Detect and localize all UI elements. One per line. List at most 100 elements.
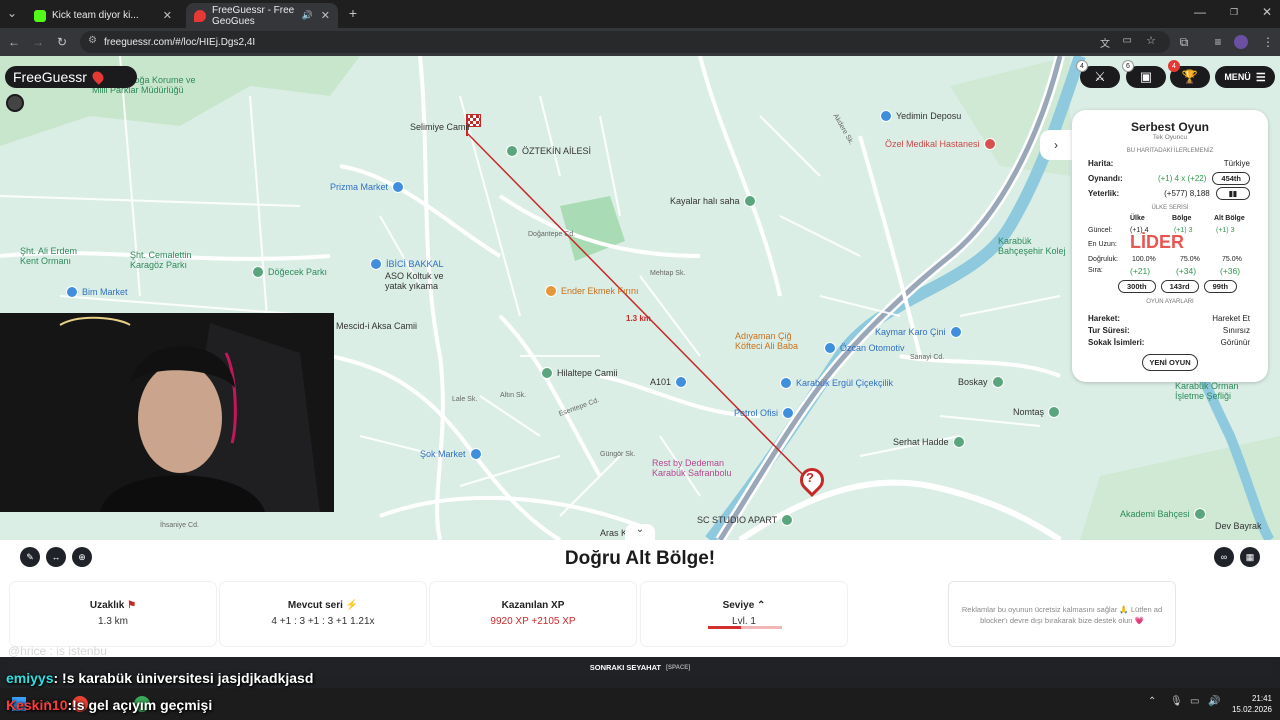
shopping-icon	[949, 326, 962, 338]
trophy-button[interactable]: 🏆 4	[1168, 60, 1210, 88]
collapse-chevron-icon[interactable]: ⌄	[625, 524, 655, 540]
poi[interactable]: Şht. Cemalettin Karagöz Parkı	[130, 250, 200, 270]
rank-subregion-pill[interactable]: 99th	[1203, 280, 1238, 293]
clock[interactable]: 21:41 15.02.2026	[1228, 693, 1272, 715]
poi[interactable]: Bim Market	[66, 286, 128, 298]
profile-avatar[interactable]	[1234, 35, 1248, 49]
street-label: Güngör Sk.	[600, 451, 636, 458]
translate-icon[interactable]: 文	[1100, 35, 1110, 50]
volume-icon[interactable]: 🔊	[1208, 696, 1220, 707]
tab-search-icon[interactable]: ⌄	[4, 5, 20, 21]
close-window-icon[interactable]: ✕	[1259, 4, 1275, 20]
poi[interactable]: Petrol Ofisi	[734, 407, 795, 419]
cast-icon[interactable]: ▭	[1123, 35, 1132, 46]
poi[interactable]: Dev Bayrak	[1215, 521, 1262, 531]
browser-menu-icon[interactable]: ⋮	[1260, 34, 1276, 50]
new-game-button[interactable]: YENİ OYUN	[1142, 354, 1198, 371]
bookmark-star-icon[interactable]: ☆	[1146, 34, 1156, 47]
trophy-badge: 4	[1168, 60, 1180, 72]
poi[interactable]: Özel Medikal Hastanesi	[885, 138, 996, 150]
poi[interactable]: Serhat Hadde	[893, 436, 965, 448]
site-info-icon[interactable]: ⚙	[88, 35, 97, 46]
poi[interactable]: Karabük Orman İşletme Şefliği	[1175, 381, 1265, 401]
poi[interactable]: ASO Koltuk ve yatak yıkama	[385, 271, 445, 291]
map-value: Türkiye	[1223, 159, 1250, 168]
rank-delta-country: (+21)	[1130, 265, 1151, 276]
poi[interactable]: Ender Ekmek Fırını	[545, 285, 639, 297]
restore-icon[interactable]: ❐	[1226, 4, 1242, 20]
browser-toolbar: ← → ↻ ⚙ freeguessr.com/#/loc/HIEj.Dgs2,4…	[0, 28, 1280, 56]
player-avatar[interactable]	[6, 94, 24, 112]
poi[interactable]: SC STUDIO APART	[697, 514, 794, 526]
poi[interactable]: Kayalar halı saha	[670, 195, 756, 207]
poi[interactable]: Nomtaş	[1013, 406, 1061, 418]
level-progress-fill	[708, 626, 742, 629]
microphone-icon[interactable]: 🎙	[1170, 696, 1183, 707]
network-icon[interactable]: ▭	[1190, 696, 1199, 707]
garage-button[interactable]: ▣ 6	[1122, 60, 1166, 88]
reading-list-icon[interactable]: ≡	[1210, 34, 1226, 50]
close-tab-icon[interactable]: ✕	[321, 9, 330, 22]
shopping-icon	[469, 448, 482, 460]
reload-icon[interactable]: ↻	[54, 34, 70, 50]
poi[interactable]: Şok Market	[420, 448, 482, 460]
poi[interactable]: Boskay	[958, 376, 1004, 388]
share-icon[interactable]: ⊕	[72, 547, 92, 567]
close-tab-icon[interactable]: ✕	[163, 9, 172, 22]
tab-freeguessr[interactable]: FreeGuessr - Free GeoGues 🔊 ✕	[186, 3, 338, 28]
played-rank-pill[interactable]: 454th	[1212, 172, 1250, 185]
map-label: Harita:	[1088, 159, 1114, 168]
new-tab-button[interactable]: +	[345, 5, 361, 21]
poi[interactable]: Adıyaman Çiğ Köfteci Ali Baba	[735, 331, 805, 351]
poi[interactable]: Karabük Bahçeşehir Kolej	[998, 236, 1078, 256]
time-label: Tur Süresi:	[1088, 326, 1130, 335]
poi[interactable]: Rest by Dedeman Karabük Safranbolu	[652, 458, 752, 478]
measure-icon[interactable]: ↔	[46, 547, 66, 567]
tab-kick[interactable]: Kick team diyor ki... ✕	[26, 3, 180, 28]
edit-icon[interactable]: ✎	[20, 547, 40, 567]
sports-icon	[743, 195, 756, 207]
poi[interactable]: Özcan Otomotiv	[824, 342, 905, 354]
extensions-icon[interactable]: ⧉	[1176, 34, 1192, 50]
menu-button[interactable]: MENÜ ☰	[1215, 66, 1275, 88]
audio-icon[interactable]: 🔊	[302, 10, 313, 21]
link-icon[interactable]: ∞	[1214, 547, 1234, 567]
poi[interactable]: Prizma Market	[330, 181, 405, 193]
grid-icon[interactable]: ▦	[1240, 547, 1260, 567]
result-headline: Doğru Alt Bölge!	[564, 548, 716, 569]
poi[interactable]: İBİCİ BAKKAL	[370, 258, 444, 270]
xp-value: 9920 XP +2105 XP	[490, 616, 576, 627]
poi[interactable]: Akademi Bahçesi	[1120, 508, 1206, 520]
chat-message: Keskin10:!s gel açıyım geçmişi	[6, 697, 212, 713]
rank-country-pill[interactable]: 300th	[1118, 280, 1156, 293]
poi[interactable]: Karabük Ergül Çiçekçilik	[780, 377, 893, 389]
poi[interactable]: ÖZTEKİN AİLESİ	[506, 145, 591, 157]
minimize-icon[interactable]: —	[1192, 4, 1208, 20]
freeguessr-logo[interactable]: FreeGuessr	[5, 66, 137, 88]
rank-region-pill[interactable]: 143rd	[1160, 280, 1199, 293]
stats-chart-icon[interactable]: ▮▮	[1215, 187, 1250, 200]
forward-icon[interactable]: →	[30, 34, 46, 50]
accuracy-country: 100.0%	[1132, 256, 1156, 263]
street-names-value: Görünür	[1220, 338, 1250, 347]
address-bar[interactable]: ⚙ freeguessr.com/#/loc/HIEj.Dgs2,4I 文 ▭ …	[80, 31, 1170, 53]
poi[interactable]: Şht. Ali Erdem Kent Ormanı	[20, 246, 90, 266]
poi[interactable]: Hilaltepe Camii	[541, 367, 618, 379]
accuracy-subregion: 75.0%	[1222, 256, 1242, 263]
streak-card: Mevcut seri ⚡ 4 +1 : 3 +1 : 3 +1 1.21x	[220, 582, 426, 646]
col-country: Ülke	[1130, 215, 1145, 222]
poi[interactable]: Mescid-i Aksa Camii	[336, 321, 417, 331]
tray-chevron-icon[interactable]: ⌃	[1148, 696, 1156, 707]
flag-icon: ⚑	[127, 600, 137, 611]
collapse-panel-button[interactable]: ›	[1040, 130, 1072, 160]
poi[interactable]: Döğecek Parkı	[252, 266, 327, 278]
poi[interactable]: A101	[650, 376, 688, 388]
poi[interactable]: Yedimin Deposu	[880, 110, 961, 122]
poi[interactable]: Kaymar Karo Çini	[875, 326, 962, 338]
webcam-overlay	[0, 313, 334, 512]
versus-button[interactable]: ⚔ 4	[1076, 60, 1120, 88]
chat-username: emiyys	[6, 670, 54, 686]
poi[interactable]: Selimiye Camii	[410, 122, 470, 132]
back-icon[interactable]: ←	[6, 34, 22, 50]
hamburger-icon: ☰	[1255, 71, 1266, 84]
